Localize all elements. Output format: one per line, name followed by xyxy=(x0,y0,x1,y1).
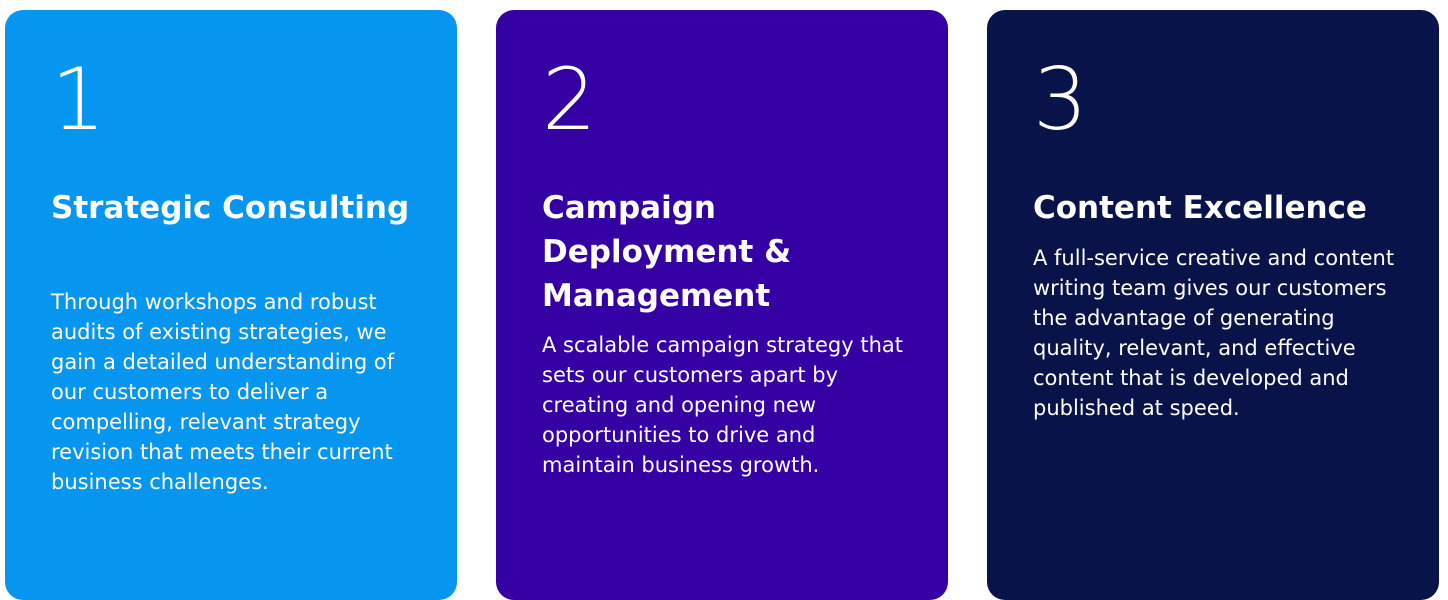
service-cards: 1 Strategic Consulting Through workshops… xyxy=(5,10,1439,600)
card-number: 1 xyxy=(51,50,106,150)
card-description: Through workshops and robust audits of e… xyxy=(51,290,395,494)
card-title: Campaign Deployment & Management xyxy=(542,190,792,314)
card-campaign-deployment: 2 Campaign Deployment & Management A sca… xyxy=(496,10,948,600)
card-title: Content Excellence xyxy=(1033,190,1367,226)
card-description: A full-service creative and content writ… xyxy=(1033,246,1395,420)
card-description: A scalable campaign strategy that sets o… xyxy=(542,333,903,477)
card-number: 3 xyxy=(1033,50,1088,150)
card-number: 2 xyxy=(542,50,597,150)
card-strategic-consulting: 1 Strategic Consulting Through workshops… xyxy=(5,10,457,600)
card-content-excellence: 3 Content Excellence A full-service crea… xyxy=(987,10,1439,600)
card-title: Strategic Consulting xyxy=(51,190,410,226)
